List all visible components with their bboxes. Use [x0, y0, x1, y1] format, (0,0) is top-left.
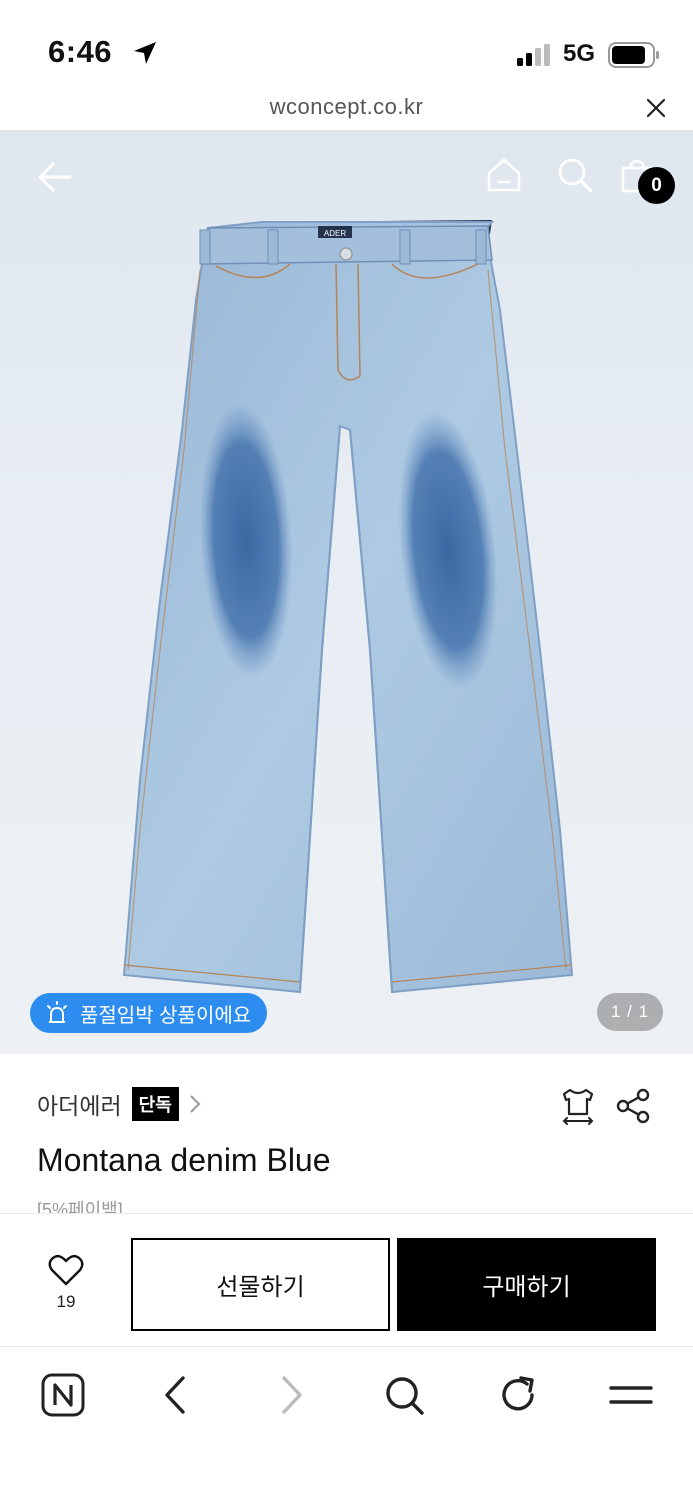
- menu-icon[interactable]: [608, 1372, 654, 1418]
- brand-link[interactable]: 아더에러 단독: [37, 1087, 203, 1121]
- chevron-right-icon[interactable]: [187, 1093, 203, 1115]
- exclusive-badge: 단독: [131, 1087, 179, 1121]
- low-stock-notice: 품절임박 상품이에요: [30, 993, 268, 1033]
- product-name: Montana denim Blue: [37, 1142, 331, 1178]
- product-info: 아더에러 단독 Montana denim Blue [5%페이백]: [0, 1054, 693, 1214]
- cart-count-badge[interactable]: 0: [638, 167, 675, 204]
- waistband-brand-label: ADER: [324, 229, 346, 238]
- browser-toolbar: [0, 1348, 693, 1500]
- size-guide-icon[interactable]: [558, 1086, 598, 1126]
- status-time: 6:46: [48, 34, 113, 69]
- home-icon[interactable]: [485, 156, 523, 194]
- close-icon[interactable]: [645, 97, 667, 119]
- heart-icon[interactable]: [48, 1254, 84, 1286]
- url-bar[interactable]: wconcept.co.kr: [0, 90, 693, 130]
- status-bar: 6:46 5G: [0, 0, 693, 90]
- gift-button[interactable]: 선물하기: [131, 1238, 390, 1331]
- browser-back-icon[interactable]: [153, 1372, 199, 1418]
- naver-home-icon[interactable]: [40, 1372, 86, 1418]
- location-arrow-icon: [134, 42, 156, 64]
- brand-name[interactable]: 아더에러: [37, 1087, 122, 1121]
- buy-button[interactable]: 구매하기: [397, 1238, 656, 1331]
- back-arrow-icon[interactable]: [36, 158, 74, 196]
- cellular-signal-icon: [517, 44, 550, 66]
- network-type: 5G: [563, 40, 596, 67]
- product-image: ADER: [122, 220, 574, 994]
- browser-forward-icon[interactable]: [268, 1372, 314, 1418]
- search-icon[interactable]: [556, 156, 594, 194]
- battery-icon: [608, 42, 659, 68]
- refresh-icon[interactable]: [495, 1372, 541, 1418]
- share-icon[interactable]: [614, 1087, 652, 1125]
- alarm-icon: [47, 1001, 67, 1023]
- browser-search-icon[interactable]: [381, 1372, 427, 1418]
- like-button[interactable]: 19: [30, 1254, 102, 1324]
- product-image-carousel[interactable]: ADER 0 품절임박 상품이에요 1 / 1: [0, 130, 693, 1054]
- url-domain[interactable]: wconcept.co.kr: [0, 94, 693, 120]
- purchase-action-bar: 19 선물하기 구매하기: [0, 1213, 693, 1347]
- low-stock-text: 품절임박 상품이에요: [80, 1004, 252, 1027]
- image-counter: 1 / 1: [597, 993, 663, 1031]
- promo-tag: [5%페이백]: [37, 1200, 123, 1214]
- like-count: 19: [56, 1292, 76, 1311]
